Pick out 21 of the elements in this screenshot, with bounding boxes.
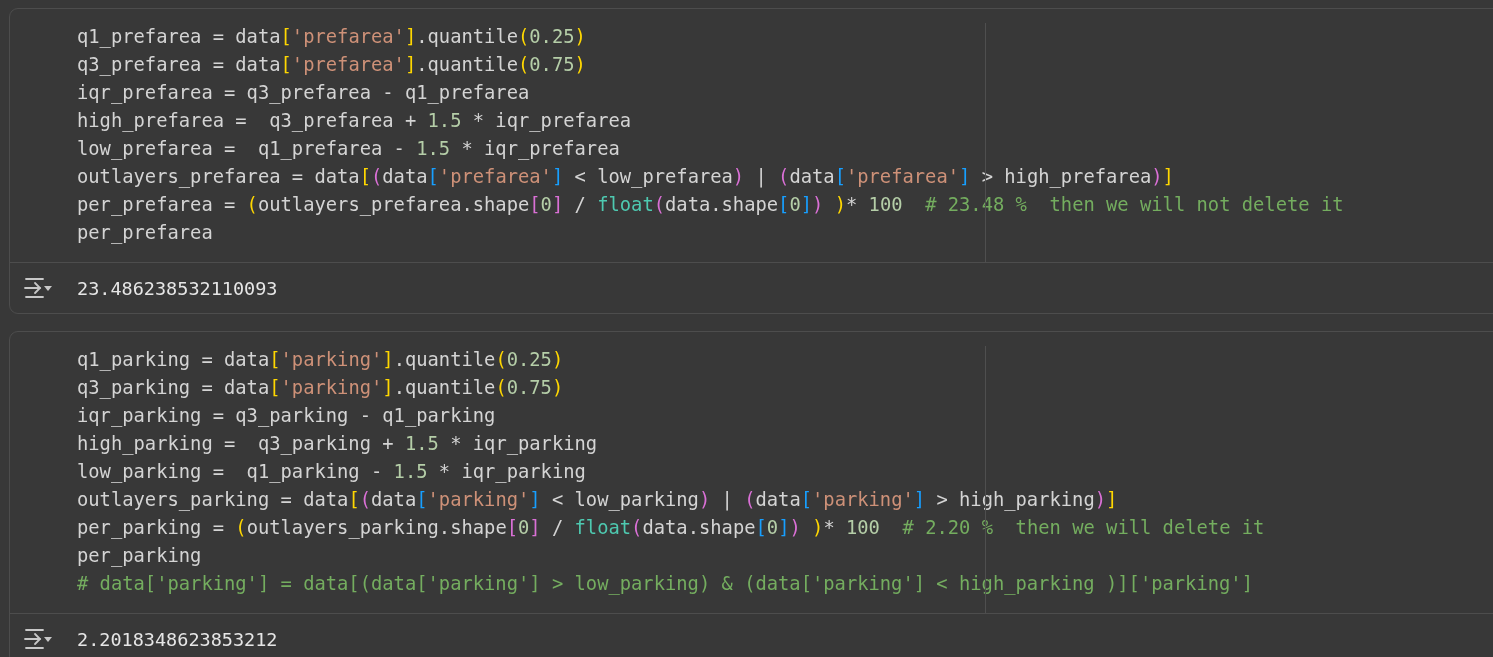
code-line: low_prefarea = q1_prefarea - 1.5 * iqr_prefarea [77,137,620,162]
code-line: high_prefarea = q3_prefarea + 1.5 * iqr_prefarea [77,109,632,134]
code-line: outlayers_parking = data[(data['parking'] < low_parking) | (data['parking'] > high_parking)] [77,488,1118,513]
code-line: high_parking = q3_parking + 1.5 * iqr_parking [77,432,598,457]
code-line: per_prefarea = (outlayers_prefarea.shape[0] / float(data.shape[0]) )* 100 # 23.48 % then we will not delete it [77,193,1344,218]
output-toggle-icon[interactable] [23,277,53,299]
code-cell[interactable] [9,8,1493,314]
code-line: iqr_prefarea = q3_prefarea - q1_prefarea [77,81,530,106]
output-text: 23.486238532110093 [77,277,278,299]
code-line: per_parking [77,544,202,569]
code-cell[interactable] [9,331,1493,657]
code-line: q3_prefarea = data['prefarea'].quantile(0.75) [77,53,586,78]
code-line: q1_parking = data['parking'].quantile(0.25) [77,348,564,373]
code-line: low_parking = q1_parking - 1.5 * iqr_parking [77,460,586,485]
code-line: iqr_parking = q3_parking - q1_parking [77,404,496,429]
code-line: q3_parking = data['parking'].quantile(0.75) [77,376,564,401]
output-text: 2.2018348623853212 [77,628,278,650]
code-line: per_prefarea [77,221,213,246]
code-line: # data['parking'] = data[(data['parking'] > low_parking) & (data['parking'] < high_parking )]['parking'] [77,572,1253,597]
output-toggle-icon[interactable] [23,628,53,650]
code-line: q1_prefarea = data['prefarea'].quantile(0.25) [77,25,586,50]
